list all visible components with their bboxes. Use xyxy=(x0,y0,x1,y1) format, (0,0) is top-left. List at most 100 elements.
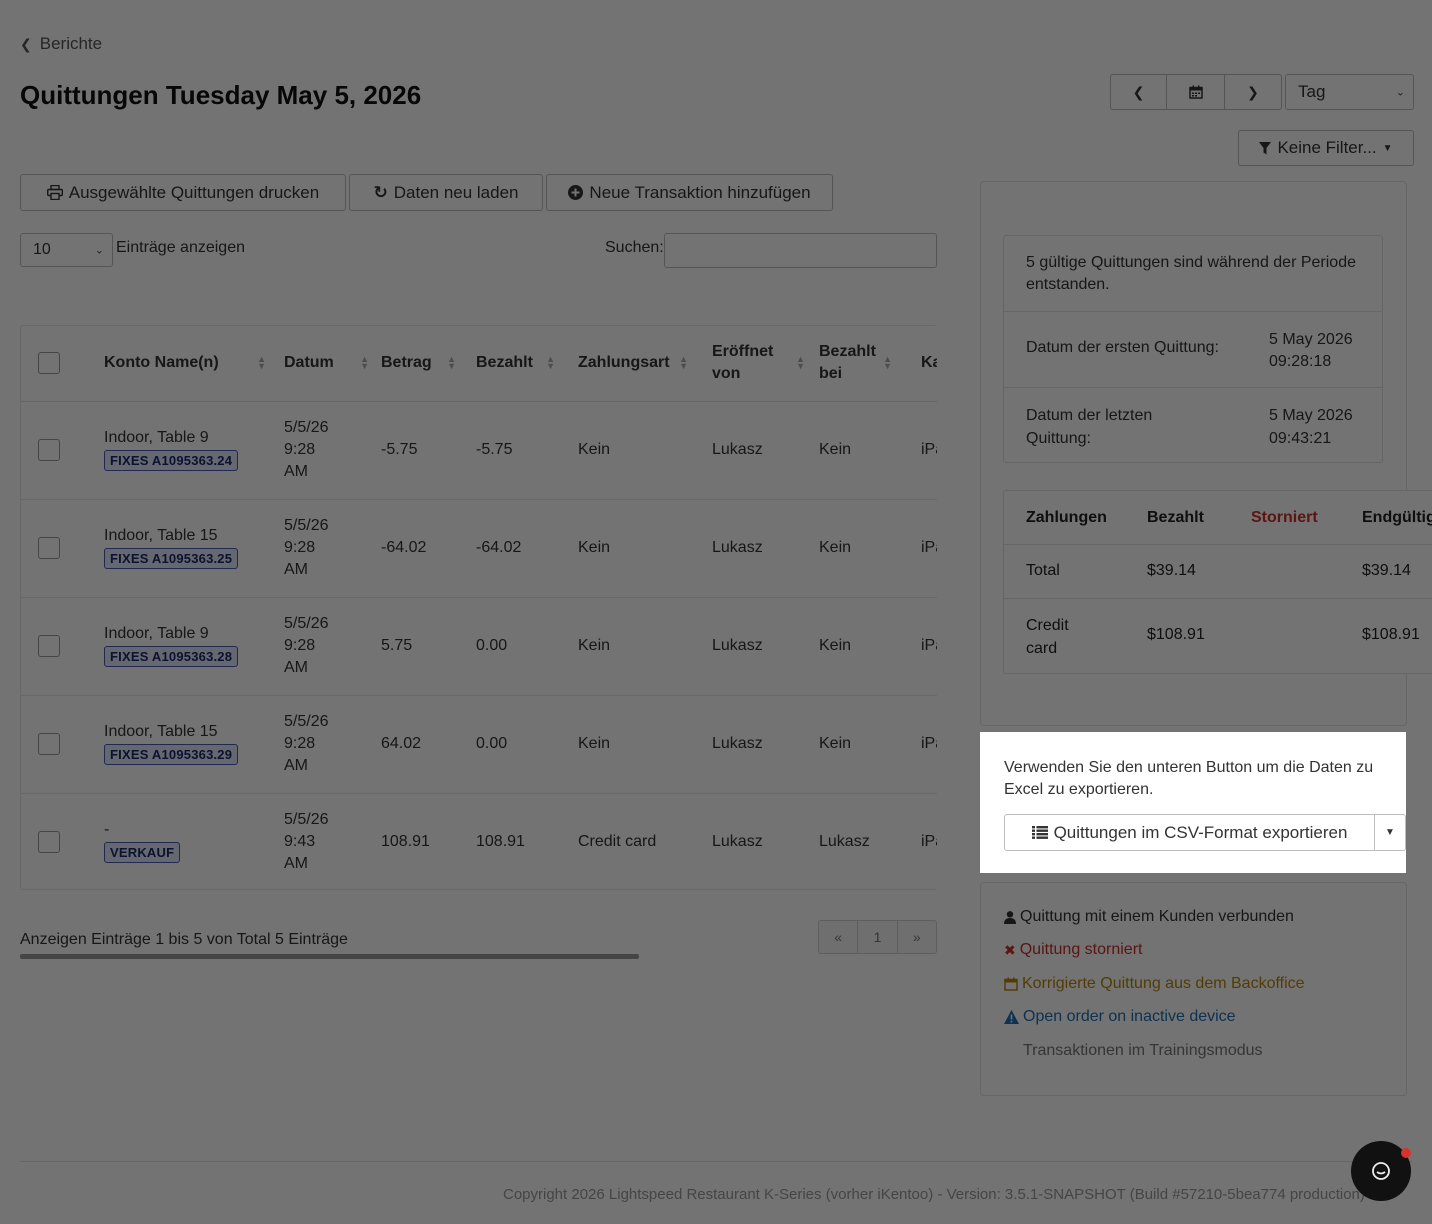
row-checkbox[interactable] xyxy=(38,537,60,559)
column-header-amount[interactable]: Betrag ▲ ▼ xyxy=(381,326,476,402)
chat-icon xyxy=(1372,1162,1390,1180)
row-opened-by: Lukasz xyxy=(712,597,819,696)
row-date: 5/5/26 xyxy=(284,713,329,730)
column-header-opened-by[interactable]: Eröffnet von ▲ ▼ xyxy=(712,326,819,402)
legend-training: Transaktionen im Trainingsmodus xyxy=(1023,1042,1263,1059)
export-options-dropdown[interactable]: ▼ xyxy=(1374,814,1406,851)
account-name: Indoor, Table 15 xyxy=(104,723,218,740)
chevron-down-icon: ⌄ xyxy=(94,244,104,257)
row-paid: 0.00 xyxy=(476,695,578,794)
prev-day-button[interactable]: ❮ xyxy=(1110,74,1167,110)
notification-dot xyxy=(1401,1148,1411,1158)
export-csv-label: Quittungen im CSV-Format exportieren xyxy=(1053,822,1348,842)
print-receipts-button[interactable]: Ausgewählte Quittungen drucken xyxy=(20,174,346,211)
warning-icon xyxy=(1004,1010,1019,1024)
pagination: « 1 » xyxy=(818,920,937,954)
row-paid: 0.00 xyxy=(476,597,578,696)
table-row[interactable]: Indoor, Table 15 FIXES A1095363.25 5/5/26… xyxy=(21,499,937,598)
payments-header-name: Zahlungen xyxy=(1026,509,1107,526)
table-row[interactable]: Indoor, Table 9 FIXES A1095363.28 5/5/26 9… xyxy=(21,597,937,696)
row-amount: 108.91 xyxy=(381,833,430,851)
column-header-paid-at[interactable]: Bezahlt bei ▲ ▼ xyxy=(819,326,921,402)
row-amount: -5.75 xyxy=(381,401,476,500)
row-ka: iPa xyxy=(921,833,937,851)
list-icon xyxy=(1031,826,1048,839)
row-paid-at: Kein xyxy=(819,401,921,500)
last-receipt-date: 5 May 2026 xyxy=(1269,407,1353,424)
row-method: Credit card xyxy=(578,833,657,851)
table-row[interactable]: - VERKAUF 5/5/26 9:43 AM 108.91 108.91 Cred… xyxy=(21,793,937,889)
refresh-icon: ↻ xyxy=(373,182,388,202)
payment-name: Total xyxy=(1026,562,1060,579)
row-opened-by: Lukasz xyxy=(712,499,819,598)
horizontal-scrollbar[interactable] xyxy=(20,954,639,959)
add-transaction-button[interactable]: Neue Transaktion hinzufügen xyxy=(546,174,833,211)
pager-page[interactable]: 1 xyxy=(858,921,898,953)
row-ampm: AM xyxy=(284,757,308,774)
pager-next[interactable]: » xyxy=(898,921,936,953)
row-paid: -5.75 xyxy=(476,401,578,500)
legend-customer-label: Quittung mit einem Kunden verbunden xyxy=(1020,908,1294,925)
account-badge: VERKAUF xyxy=(104,842,181,864)
column-header-date[interactable]: Datum ▲ ▼ xyxy=(284,326,381,402)
export-csv-button[interactable]: Quittungen im CSV-Format exportieren xyxy=(1004,814,1375,851)
first-receipt-date: 5 May 2026 xyxy=(1269,331,1353,348)
reload-data-label: Daten neu laden xyxy=(393,182,519,202)
receipts-table: Konto Name(n) ▲ ▼ Datum ▲ ▼ Betrag ▲ ▼ Beza… xyxy=(20,325,937,890)
account-badge: FIXES A1095363.24 xyxy=(104,450,239,471)
column-header-method[interactable]: Zahlungsart ▲ ▼ xyxy=(578,326,712,402)
chevron-left-icon: ❮ xyxy=(1132,83,1145,100)
receipt-info-box: 5 gültige Quittungen sind während der Pe… xyxy=(1003,235,1383,463)
page-size-label: Einträge anzeigen xyxy=(116,239,245,256)
row-checkbox[interactable] xyxy=(38,439,60,461)
legend-cancelled-label: Quittung storniert xyxy=(1019,941,1143,958)
chevron-left-icon: ❮ xyxy=(20,35,32,52)
breadcrumb-back-link[interactable]: ❮ Berichte xyxy=(20,34,102,54)
column-header-paid[interactable]: Bezahlt ▲ ▼ xyxy=(476,326,578,402)
row-paid: -64.02 xyxy=(476,499,578,598)
column-header-label: Eröffnet von xyxy=(712,343,774,383)
row-amount: 64.02 xyxy=(381,695,476,794)
calendar-icon xyxy=(1188,85,1203,99)
page-size-select[interactable]: 10 ⌄ xyxy=(20,233,113,267)
period-select[interactable]: Tag ⌄ xyxy=(1285,74,1414,110)
sort-icon: ▲ ▼ xyxy=(447,354,456,372)
plus-circle-icon xyxy=(568,185,584,200)
reload-data-button[interactable]: ↻ Daten neu laden xyxy=(349,174,543,211)
row-amount: 5.75 xyxy=(381,597,476,696)
row-paid-at: Kein xyxy=(819,499,921,598)
sort-icon: ▲ ▼ xyxy=(679,354,688,372)
breadcrumb-label: Berichte xyxy=(39,34,103,53)
search-input[interactable] xyxy=(664,233,937,268)
account-name: Indoor, Table 9 xyxy=(104,429,209,446)
next-day-button[interactable]: ❯ xyxy=(1224,74,1282,110)
sort-icon: ▲ ▼ xyxy=(546,354,555,372)
account-badge: FIXES A1095363.29 xyxy=(104,744,239,765)
column-header-label: Bezahlt xyxy=(476,354,533,372)
row-checkbox[interactable] xyxy=(38,635,60,657)
legend-panel: Quittung mit einem Kunden verbunden ✖ Qu… xyxy=(980,882,1407,1096)
row-ampm: AM xyxy=(284,463,308,480)
select-all-checkbox[interactable] xyxy=(38,352,60,375)
add-transaction-label: Neue Transaktion hinzufügen xyxy=(589,182,811,202)
table-row[interactable]: Indoor, Table 15 FIXES A1095363.29 5/5/26… xyxy=(21,695,937,794)
row-method: Kein xyxy=(578,695,712,794)
payments-header-cancelled: Storniert xyxy=(1251,509,1318,526)
row-checkbox[interactable] xyxy=(38,733,60,755)
table-row[interactable]: Indoor, Table 9 FIXES A1095363.24 5/5/26 9… xyxy=(21,401,937,500)
row-paid-at: Kein xyxy=(819,597,921,696)
row-method: Kein xyxy=(578,401,712,500)
calendar-button[interactable] xyxy=(1166,74,1225,110)
row-ampm: AM xyxy=(284,561,308,578)
pager-prev[interactable]: « xyxy=(819,921,859,953)
column-header-account[interactable]: Konto Name(n) ▲ ▼ xyxy=(104,326,284,402)
column-header-ka[interactable]: Ka xyxy=(921,326,937,402)
account-badge: FIXES A1095363.28 xyxy=(104,646,239,667)
account-badge: FIXES A1095363.25 xyxy=(104,548,239,569)
payments-row: Total $39.14 $39.14 xyxy=(1004,545,1432,599)
filters-dropdown-button[interactable]: Keine Filter... ▼ xyxy=(1238,130,1414,166)
payments-header-paid: Bezahlt xyxy=(1147,509,1204,526)
row-checkbox[interactable] xyxy=(38,831,60,854)
row-time: 9:28 xyxy=(284,539,316,556)
column-header-label: Konto Name(n) xyxy=(104,354,219,372)
